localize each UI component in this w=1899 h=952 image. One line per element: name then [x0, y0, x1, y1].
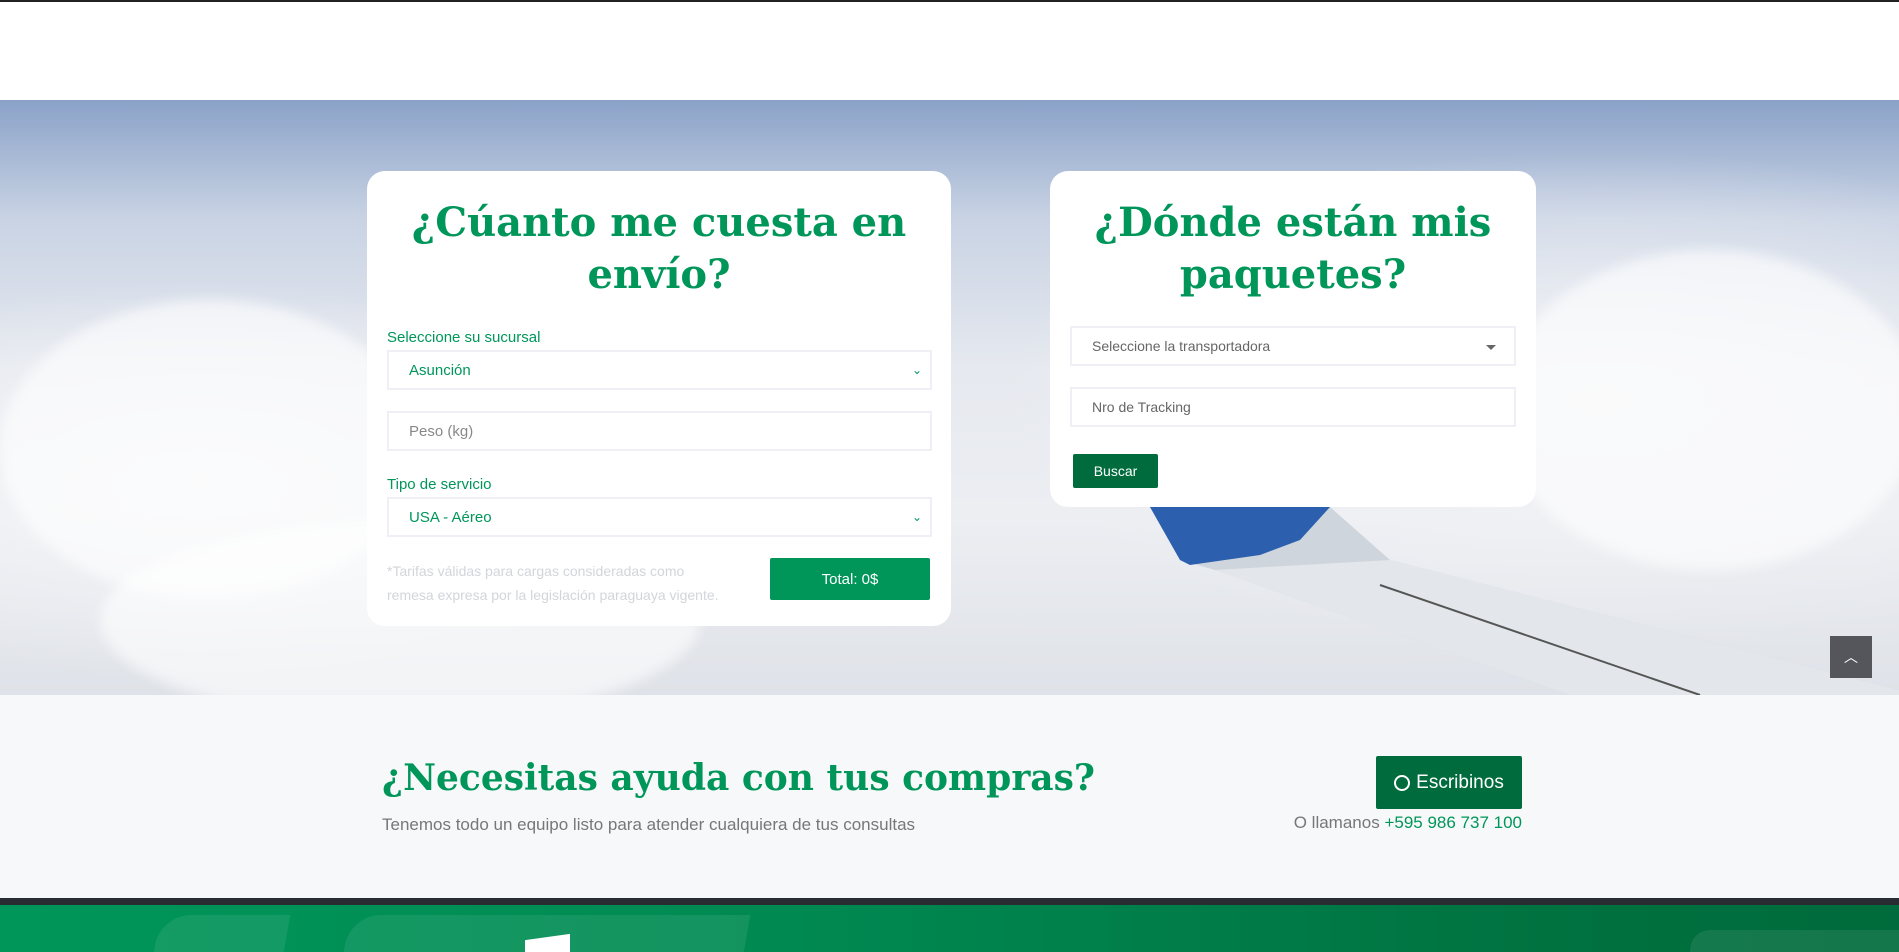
service-value: USA - Aéreo	[409, 508, 492, 526]
help-subtitle: Tenemos todo un equipo listo para atende…	[382, 815, 916, 834]
caret-down-icon	[1486, 345, 1496, 350]
call-prefix: O llamanos	[1293, 813, 1380, 832]
tracking-card-title: ¿Dónde están mis paquetes?	[1094, 199, 1492, 298]
total-button[interactable]: Total: 0$	[770, 558, 930, 600]
footer-divider	[0, 898, 1899, 905]
whatsapp-icon	[1394, 774, 1411, 791]
branch-label: Seleccione su sucursal	[387, 329, 541, 346]
tracking-placeholder: Nro de Tracking	[1092, 399, 1191, 415]
footer	[0, 905, 1899, 952]
chevron-up-icon: ︿	[1844, 649, 1858, 665]
tariff-note: *Tarifas válidas para cargas considerada…	[387, 563, 719, 603]
service-select[interactable]: USA - Aéreo ⌄	[387, 497, 932, 537]
tracking-card: ¿Dónde están mis paquetes? Seleccione la…	[1050, 171, 1536, 507]
chevron-down-icon: ⌄	[911, 363, 922, 377]
help-title: ¿Necesitas ayuda con tus compras?	[382, 757, 1095, 799]
branch-value: Asunción	[409, 361, 471, 379]
shipping-cost-card: ¿Cúanto me cuesta en envío? Seleccione s…	[367, 171, 951, 626]
scroll-top-button[interactable]: ︿	[1830, 636, 1872, 678]
chevron-down-icon: ⌄	[911, 510, 922, 524]
search-button[interactable]: Buscar	[1073, 454, 1158, 488]
phone-link[interactable]: +595 986 737 100	[1384, 813, 1522, 832]
carrier-placeholder: Seleccione la transportadora	[1092, 338, 1271, 354]
whatsapp-button[interactable]: Escribinos	[1376, 756, 1522, 809]
call-line: O llamanos +595 986 737 100	[1294, 813, 1522, 833]
weight-placeholder: Peso (kg)	[409, 422, 474, 440]
weight-input[interactable]: Peso (kg)	[387, 411, 932, 451]
service-label: Tipo de servicio	[387, 476, 492, 493]
cost-card-title: ¿Cúanto me cuesta en envío?	[411, 199, 907, 298]
help-section: ¿Necesitas ayuda con tus compras? Tenemo…	[0, 695, 1899, 898]
carrier-select[interactable]: Seleccione la transportadora	[1070, 326, 1516, 366]
top-border	[0, 0, 1899, 2]
tracking-input[interactable]: Nro de Tracking	[1070, 387, 1516, 427]
branch-select[interactable]: Asunción ⌄	[387, 350, 932, 390]
whatsapp-button-label: Escribinos	[1416, 771, 1504, 793]
